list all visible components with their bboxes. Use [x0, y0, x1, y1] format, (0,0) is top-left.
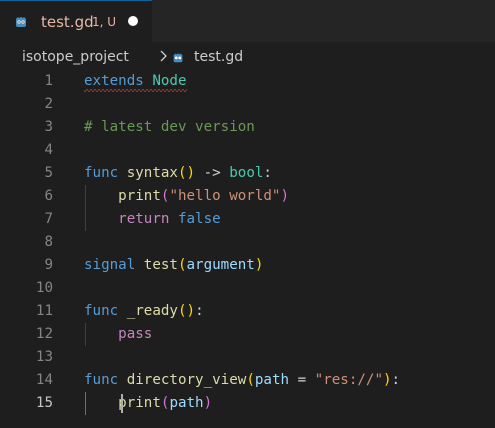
line-number: 13 [35, 349, 53, 365]
code-token: : [391, 372, 401, 388]
code-token: () [177, 165, 196, 181]
chevron-right-icon [160, 50, 167, 62]
line-number: 4 [44, 142, 53, 158]
code-token: return [118, 211, 170, 227]
code-line[interactable]: 8 [0, 231, 495, 254]
code-text: func syntax() -> bool: [84, 162, 272, 185]
code-token: path [169, 395, 204, 411]
code-text: func directory_view(path = "res://"): [84, 369, 400, 392]
code-text: func _ready(): [84, 300, 204, 323]
code-token: ) [254, 257, 264, 273]
code-line[interactable]: 1 extends Node [0, 70, 495, 93]
code-token: print [118, 395, 161, 411]
code-line[interactable]: 3 # latest dev version [0, 116, 495, 139]
line-number: 6 [44, 188, 53, 204]
code-token: extends [84, 73, 144, 89]
line-number: 12 [35, 326, 53, 342]
code-token: func [84, 303, 119, 319]
line-number: 5 [44, 165, 53, 181]
code-token: ( [246, 372, 255, 388]
code-token: ( [177, 257, 187, 273]
code-line[interactable]: 11 func _ready(): [0, 300, 495, 323]
line-number: 2 [44, 96, 53, 112]
code-line[interactable]: 5 func syntax() -> bool: [0, 162, 495, 185]
line-number: 8 [44, 234, 53, 250]
tab-bar: test.gd 1, U [0, 0, 495, 42]
line-number: 9 [44, 257, 53, 273]
code-token: func [84, 165, 119, 181]
line-number: 10 [35, 280, 53, 296]
code-line[interactable]: 13 [0, 346, 495, 369]
code-text: return false [84, 208, 221, 231]
code-text: signal test(argument) [84, 254, 263, 277]
code-token: directory_view [126, 372, 247, 388]
code-token: false [177, 211, 221, 227]
code-token: _ready [126, 303, 178, 319]
code-token: "res://" [314, 372, 383, 388]
code-token: signal [84, 257, 136, 273]
code-text: pass [84, 323, 152, 346]
code-token: bool [229, 165, 264, 181]
code-token: -> [195, 165, 230, 181]
code-token: ) [383, 372, 392, 388]
code-token: Node [152, 73, 187, 89]
line-number: 11 [35, 303, 53, 319]
line-number: 1 [44, 73, 53, 89]
code-token: syntax [126, 165, 178, 181]
tab-status-badge: 1, U [92, 15, 117, 29]
code-text: print(path) [84, 392, 212, 415]
line-number: 14 [35, 372, 53, 388]
code-token: : [195, 303, 204, 319]
code-token: "hello world" [169, 188, 281, 204]
tab-test-gd[interactable]: test.gd 1, U [0, 0, 152, 42]
text-cursor [121, 394, 123, 413]
code-line[interactable]: 6 print("hello world") [0, 185, 495, 208]
code-line[interactable]: 9 signal test(argument) [0, 254, 495, 277]
breadcrumb-project[interactable]: isotope_project [22, 49, 129, 65]
code-token: func [84, 372, 119, 388]
code-editor[interactable]: 1 extends Node 2 3 # latest dev version 4 5 fun… [0, 69, 495, 428]
code-token: test [143, 257, 178, 273]
breadcrumb-file[interactable]: test.gd [194, 49, 243, 65]
godot-icon [173, 53, 183, 63]
code-token: # latest dev version [84, 119, 255, 135]
line-number: 7 [44, 211, 53, 227]
code-line[interactable]: 4 [0, 139, 495, 162]
code-line[interactable]: 14 func directory_view(path = "res://"): [0, 369, 495, 392]
breadcrumb: isotope_project test.gd [0, 44, 495, 69]
line-number: 15 [35, 395, 53, 411]
tab-title: test.gd [41, 13, 94, 31]
line-number: 3 [44, 119, 53, 135]
code-token: print [118, 188, 161, 204]
code-token: path [254, 372, 290, 388]
code-token: ) [280, 188, 290, 204]
code-line[interactable]: 10 [0, 277, 495, 300]
code-token: ) [203, 395, 213, 411]
code-token: () [177, 303, 196, 319]
godot-icon [16, 17, 26, 27]
code-text: extends Node [84, 70, 187, 93]
code-line[interactable]: 15 print(path) [0, 392, 495, 415]
code-token: = [289, 372, 315, 388]
code-text: # latest dev version [84, 116, 255, 139]
code-line[interactable]: 7 return false [0, 208, 495, 231]
code-token: pass [118, 326, 153, 342]
unsaved-dot-icon[interactable] [128, 16, 138, 26]
code-line[interactable]: 2 [0, 93, 495, 116]
code-token: : [263, 165, 272, 181]
code-token: argument [186, 257, 255, 273]
code-line[interactable]: 12 pass [0, 323, 495, 346]
code-text: print("hello world") [84, 185, 289, 208]
